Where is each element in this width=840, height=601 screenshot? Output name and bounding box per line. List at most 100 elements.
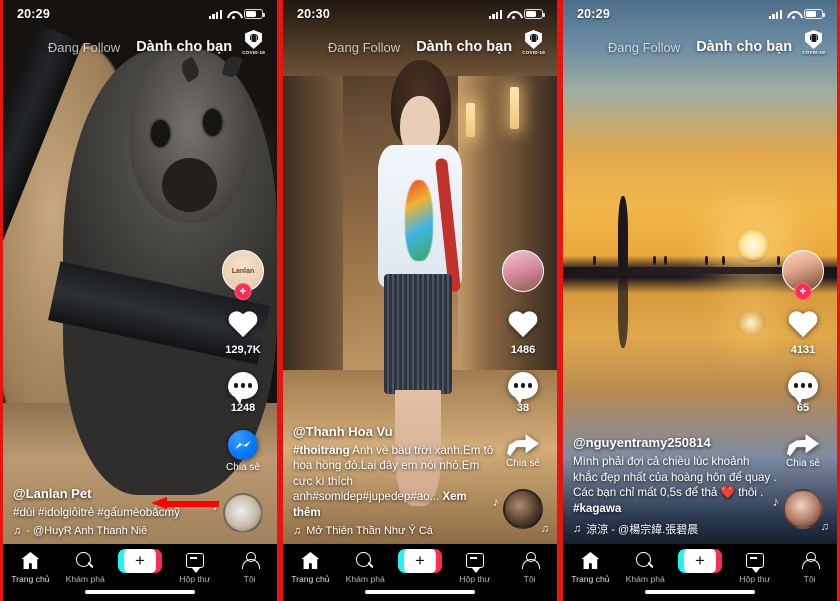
nav-item-home[interactable]: Trang chủ — [3, 550, 58, 584]
username[interactable]: @nguyentramy250814 — [573, 435, 777, 450]
nav-label: Hộp thư — [459, 574, 491, 584]
comment-action-2[interactable]: 38 — [508, 372, 538, 414]
share-arrow-icon — [507, 430, 539, 456]
comment-action-1[interactable]: 1248 — [228, 372, 258, 414]
tab-following[interactable]: Đang Follow — [328, 40, 400, 55]
nav-label: Hộp thư — [739, 574, 771, 584]
plus-glyph: + — [683, 548, 716, 573]
avatar[interactable]: + — [782, 250, 824, 300]
tab-for-you[interactable]: Dành cho bạn — [416, 39, 512, 55]
create-plus-icon: + — [677, 548, 722, 573]
bottom-nav-1: Trang chủ Khám phá + Hộp thư Tôi — [3, 544, 277, 601]
music-note-icon: ♫ — [293, 525, 302, 537]
status-bar-2: 20:30 — [283, 0, 557, 28]
like-action-3[interactable]: 4131 — [787, 312, 819, 356]
tab-following[interactable]: Đang Follow — [608, 40, 680, 55]
silhouette-figure — [617, 195, 628, 272]
share-label: Chia sẻ — [786, 458, 820, 469]
nav-item-inbox[interactable]: Hộp thư — [447, 550, 502, 584]
music-disc-icon[interactable] — [503, 489, 543, 529]
caption-hashtag[interactable]: #thoitrang — [293, 444, 350, 457]
nav-item-create[interactable]: + — [113, 548, 168, 573]
caption-text: #thoitrang Anh về bầu trời xanh.Em tô ho… — [293, 443, 497, 520]
comment-action-3[interactable]: 65 — [788, 372, 818, 414]
music-disc-icon[interactable] — [783, 489, 823, 529]
follow-button[interactable]: + — [794, 283, 812, 300]
music-title: - @HuyR Anh Thanh Niê — [26, 525, 148, 537]
nav-item-create[interactable]: + — [673, 548, 728, 573]
share-action-2[interactable]: Chia sẻ — [506, 430, 540, 469]
nav-item-discover[interactable]: Khám phá — [618, 550, 673, 584]
shield-icon — [525, 30, 543, 49]
nav-item-create[interactable]: + — [393, 548, 448, 573]
avatar[interactable]: Lanlan + — [222, 250, 264, 300]
battery-icon — [804, 9, 826, 19]
nav-item-discover[interactable]: Khám phá — [58, 550, 113, 584]
tshirt-print-shape — [404, 180, 434, 261]
home-icon — [581, 550, 599, 571]
caption-hashtag[interactable]: #kagawa — [573, 501, 777, 516]
arrow-head — [151, 497, 167, 509]
shield-icon — [805, 30, 823, 49]
nav-label: Trang chủ — [571, 574, 610, 584]
music-disc-icon[interactable] — [223, 493, 263, 533]
home-icon — [301, 550, 319, 571]
tab-following[interactable]: Đang Follow — [48, 40, 120, 55]
like-action-1[interactable]: 129,7K — [225, 312, 260, 356]
music-row[interactable]: ♫ - @HuyR Anh Thanh Niê — [13, 525, 217, 537]
caption-3: @nguyentramy250814 Mình phải đợi cả chiề… — [573, 435, 777, 537]
covid-info-button[interactable]: COVID-19 — [522, 30, 545, 55]
cellular-signal-icon — [208, 9, 222, 19]
wall-lamp — [509, 87, 519, 130]
nav-item-inbox[interactable]: Hộp thư — [167, 550, 222, 584]
nav-item-discover[interactable]: Khám phá — [338, 550, 393, 584]
status-icons — [768, 9, 826, 19]
username[interactable]: @Thanh Hoa Vu — [293, 424, 497, 439]
status-bar-1: 20:29 — [3, 0, 277, 28]
create-plus-icon: + — [397, 548, 442, 573]
nav-label: Trang chủ — [291, 574, 330, 584]
create-plus-icon: + — [117, 548, 162, 573]
music-note-icon: ♫ — [540, 523, 549, 535]
music-note-icon: ♫ — [573, 523, 582, 535]
action-rail-1: Lanlan + 129,7K 1248 Chia sẻ — [217, 250, 269, 533]
search-icon — [76, 550, 94, 571]
share-action-1[interactable]: Chia sẻ — [226, 430, 260, 473]
covid-info-button[interactable]: COVID-19 — [242, 30, 265, 55]
covid-label: COVID-19 — [522, 50, 545, 55]
bottom-nav-2: Trang chủ Khám phá + Hộp thư Tôi — [283, 544, 557, 601]
music-row[interactable]: ♫ 涼涼 - @楊宗緯.張碧晨 — [573, 521, 777, 537]
inbox-icon — [185, 550, 204, 573]
avatar[interactable] — [502, 250, 544, 292]
like-action-2[interactable]: 1486 — [507, 312, 539, 356]
cellular-signal-icon — [488, 9, 502, 19]
nav-item-home[interactable]: Trang chủ — [563, 550, 618, 584]
nav-label: Tôi — [243, 574, 256, 584]
nav-item-profile[interactable]: Tôi — [502, 550, 557, 584]
home-indicator — [645, 590, 755, 594]
nav-item-profile[interactable]: Tôi — [782, 550, 837, 584]
covid-info-button[interactable]: COVID-19 — [802, 30, 825, 55]
phone-panel-3: 20:29 Đang Follow Dành cho bạn COVID-19 … — [560, 0, 840, 601]
top-nav-1: Đang Follow Dành cho bạn COVID-19 — [3, 30, 277, 62]
like-count: 129,7K — [225, 344, 261, 356]
nav-label: Khám phá — [625, 574, 665, 584]
top-nav-3: Đang Follow Dành cho bạn COVID-19 — [563, 30, 837, 62]
music-row[interactable]: ♫ Mở Thiên Thần Như Ý Cá — [293, 525, 497, 537]
battery-icon — [524, 9, 546, 19]
sun-reflection-shape — [735, 310, 766, 337]
follow-button[interactable]: + — [234, 283, 252, 300]
tab-for-you[interactable]: Dành cho bạn — [136, 39, 232, 55]
plus-glyph: + — [123, 548, 156, 573]
silhouette-reflection — [617, 277, 628, 349]
action-rail-3: + 4131 65 Chia sẻ — [777, 250, 829, 529]
nav-item-inbox[interactable]: Hộp thư — [727, 550, 782, 584]
cellular-signal-icon — [768, 9, 782, 19]
tab-for-you[interactable]: Dành cho bạn — [696, 39, 792, 55]
caption-2: @Thanh Hoa Vu #thoitrang Anh về bầu trời… — [293, 424, 497, 537]
music-title: 涼涼 - @楊宗緯.張碧晨 — [586, 524, 699, 536]
messenger-icon — [228, 430, 258, 460]
share-action-3[interactable]: Chia sẻ — [786, 430, 820, 469]
nav-item-profile[interactable]: Tôi — [222, 550, 277, 584]
nav-item-home[interactable]: Trang chủ — [283, 550, 338, 584]
